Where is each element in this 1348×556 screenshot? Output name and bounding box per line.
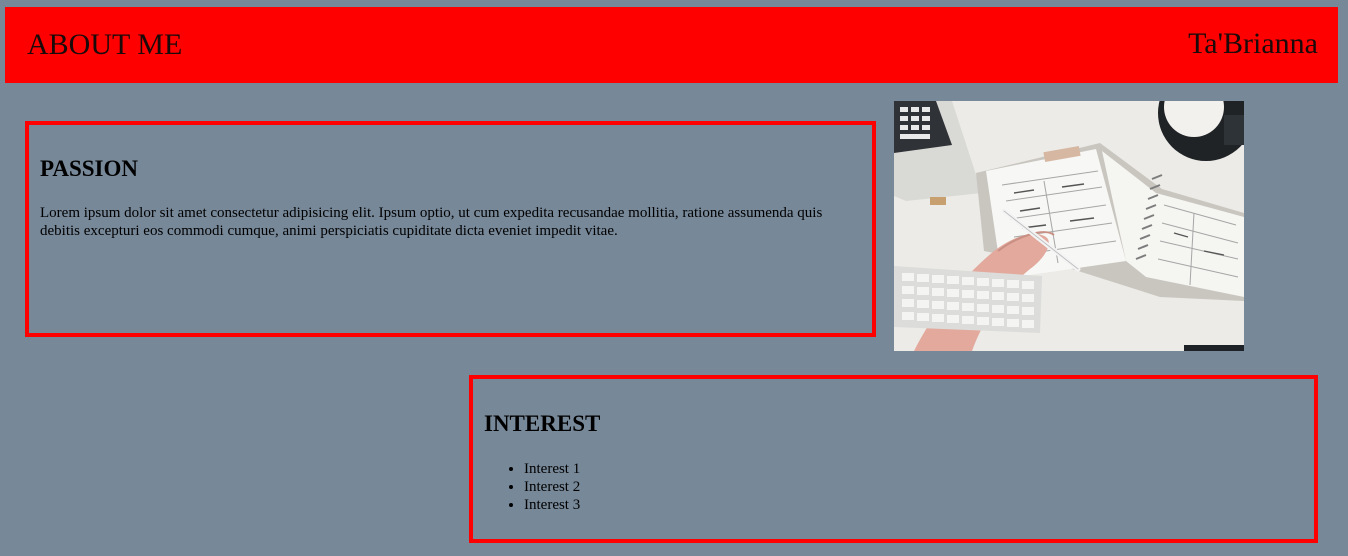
interest-heading: INTEREST [484,411,601,436]
interest-section: INTEREST Interest 1 Interest 2 Interest … [469,375,1318,543]
interest-item: Interest 1 [524,460,580,478]
desk-planner-image [894,101,1244,351]
interest-item: Interest 2 [524,478,580,496]
interest-item: Interest 3 [524,496,580,514]
page-title: ABOUT ME [27,28,183,61]
author-name: Ta'Brianna [1188,27,1318,60]
desk-planner-photo [894,101,1244,351]
passion-heading: PASSION [40,156,138,181]
passion-text: Lorem ipsum dolor sit amet consectetur a… [40,205,823,239]
interest-list: Interest 1 Interest 2 Interest 3 [484,460,580,514]
page-header: ABOUT ME Ta'Brianna [5,7,1338,83]
passion-section: PASSION Lorem ipsum dolor sit amet conse… [25,121,876,337]
